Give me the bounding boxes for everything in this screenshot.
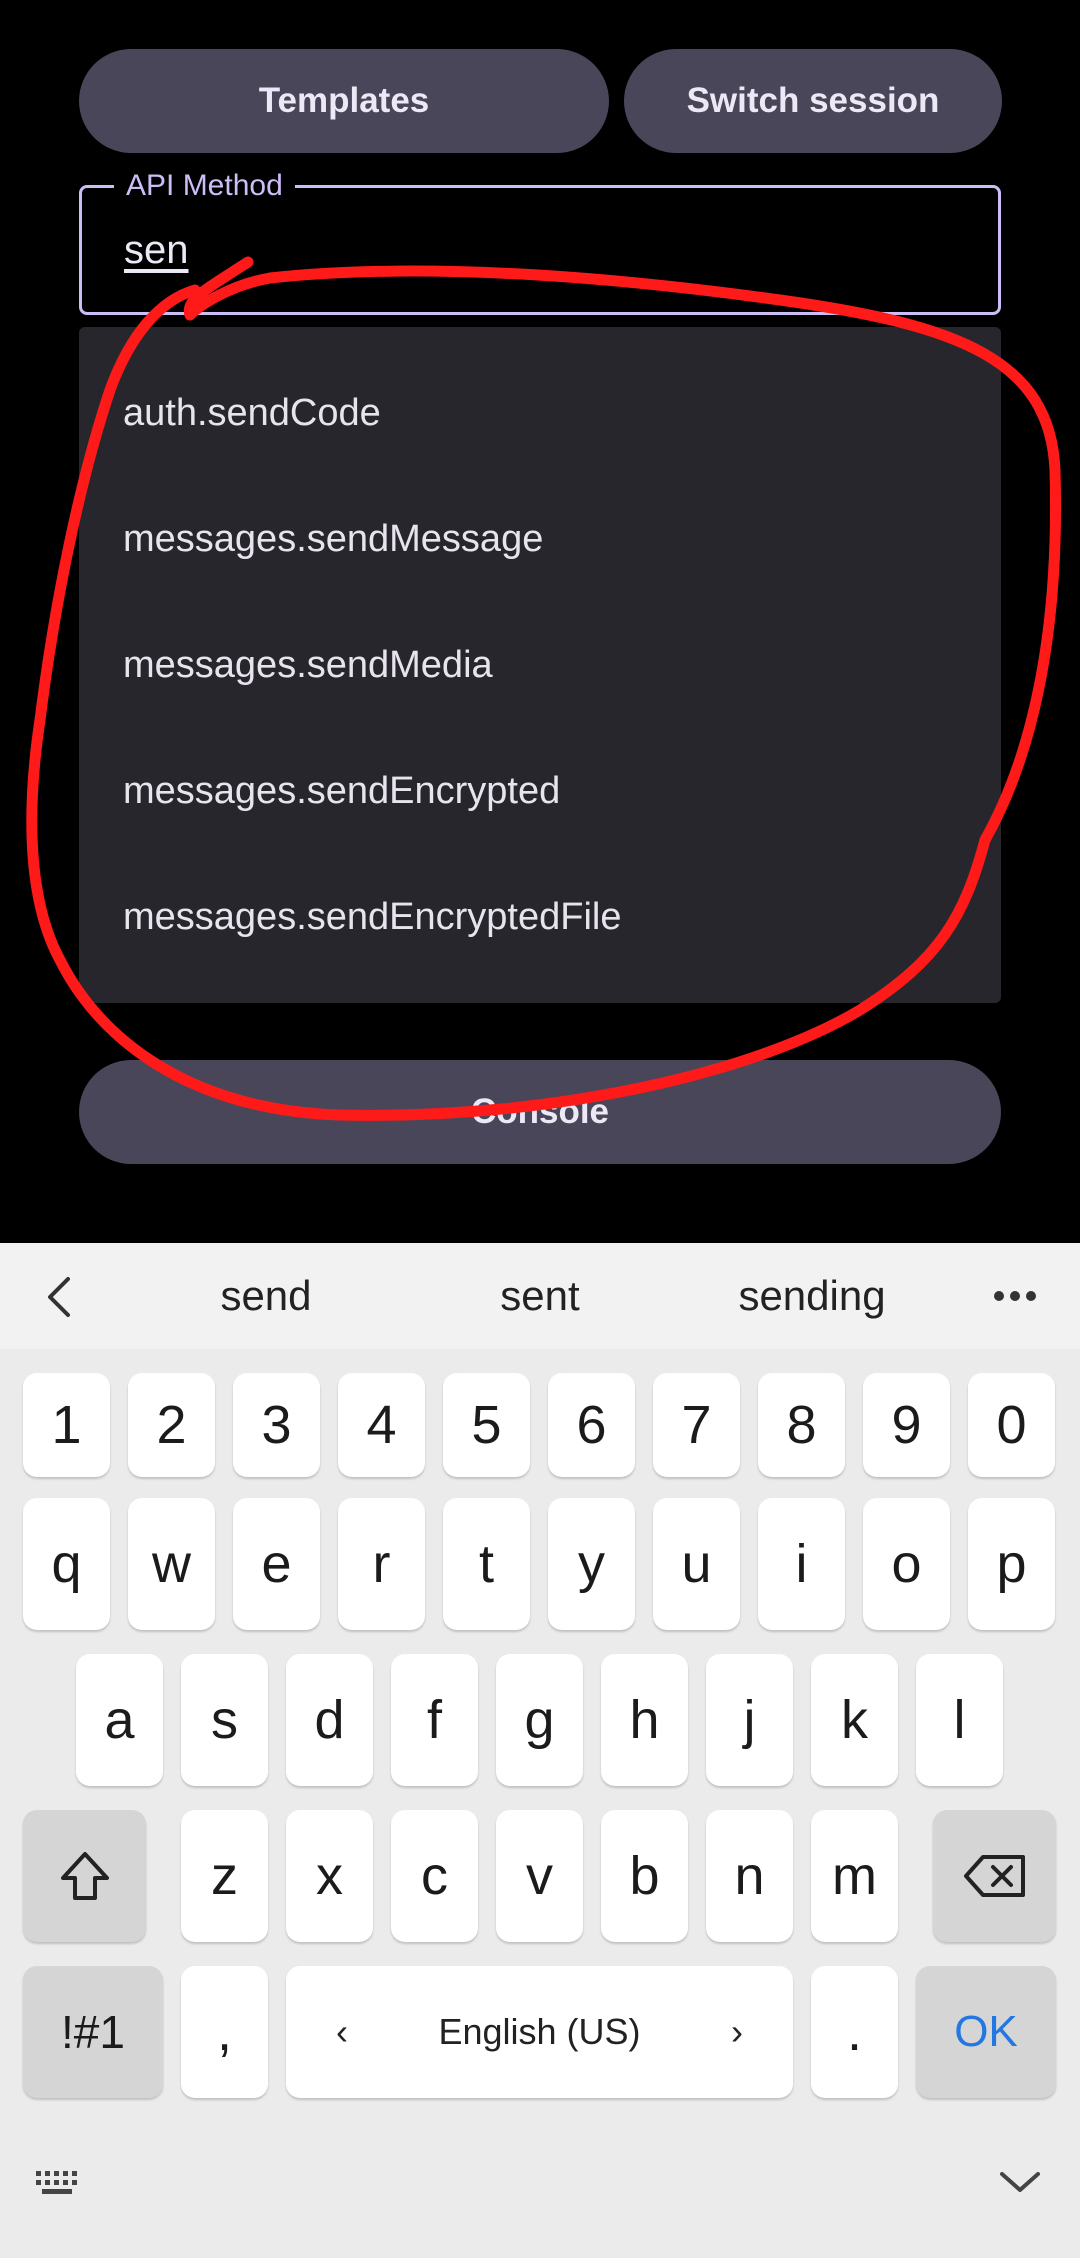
key-1[interactable]: 1 (23, 1373, 110, 1477)
keyboard-icon[interactable] (34, 2168, 84, 2198)
key-r[interactable]: r (338, 1498, 425, 1630)
dropdown-item[interactable]: messages.sendEncrypted (123, 769, 560, 813)
key-y[interactable]: y (548, 1498, 635, 1630)
suggestion-bar: send sent sending (0, 1243, 1080, 1349)
key-f[interactable]: f (391, 1654, 478, 1786)
key-5[interactable]: 5 (443, 1373, 530, 1477)
comma-key[interactable]: , (181, 1966, 268, 2098)
key-7[interactable]: 7 (653, 1373, 740, 1477)
ellipsis-icon[interactable] (993, 1289, 1037, 1303)
key-h[interactable]: h (601, 1654, 688, 1786)
key-d[interactable]: d (286, 1654, 373, 1786)
key-u[interactable]: u (653, 1498, 740, 1630)
key-b[interactable]: b (601, 1810, 688, 1942)
dropdown-item[interactable]: messages.sendMedia (123, 643, 493, 687)
key-t[interactable]: t (443, 1498, 530, 1630)
console-button[interactable]: Console (79, 1060, 1001, 1164)
key-6[interactable]: 6 (548, 1373, 635, 1477)
key-j[interactable]: j (706, 1654, 793, 1786)
key-w[interactable]: w (128, 1498, 215, 1630)
key-i[interactable]: i (758, 1498, 845, 1630)
suggestion-sending[interactable]: sending (696, 1243, 928, 1349)
key-8[interactable]: 8 (758, 1373, 845, 1477)
key-g[interactable]: g (496, 1654, 583, 1786)
key-4[interactable]: 4 (338, 1373, 425, 1477)
period-key[interactable]: . (811, 1966, 898, 2098)
key-k[interactable]: k (811, 1654, 898, 1786)
key-o[interactable]: o (863, 1498, 950, 1630)
key-9[interactable]: 9 (863, 1373, 950, 1477)
key-0[interactable]: 0 (968, 1373, 1055, 1477)
autocomplete-dropdown: auth.sendCode messages.sendMessage messa… (79, 327, 1001, 1003)
key-v[interactable]: v (496, 1810, 583, 1942)
space-key[interactable]: ‹ English (US) › (286, 1966, 793, 2098)
chevron-left-icon: ‹ (336, 2011, 348, 2052)
key-z[interactable]: z (181, 1810, 268, 1942)
backspace-key[interactable] (933, 1810, 1056, 1942)
key-m[interactable]: m (811, 1810, 898, 1942)
api-method-input[interactable]: sen (124, 228, 189, 273)
key-p[interactable]: p (968, 1498, 1055, 1630)
dropdown-item[interactable]: messages.sendMessage (123, 517, 543, 561)
key-2[interactable]: 2 (128, 1373, 215, 1477)
api-method-field[interactable]: API Method sen (79, 168, 1001, 315)
suggestion-send[interactable]: send (150, 1243, 382, 1349)
key-l[interactable]: l (916, 1654, 1003, 1786)
switch-session-button[interactable]: Switch session (624, 49, 1002, 153)
key-c[interactable]: c (391, 1810, 478, 1942)
dropdown-item[interactable]: auth.sendCode (123, 391, 381, 435)
soft-keyboard: send sent sending 1 2 3 4 5 6 7 8 9 0 q … (0, 1243, 1080, 2258)
space-language-label: English (US) (438, 2011, 641, 2052)
symbols-key[interactable]: !#1 (23, 1966, 163, 2098)
app-screen: Templates Switch session API Method sen … (0, 0, 1080, 1243)
key-e[interactable]: e (233, 1498, 320, 1630)
api-method-label: API Method (114, 168, 295, 204)
chevron-left-icon[interactable] (44, 1276, 74, 1318)
backspace-icon (963, 1855, 1025, 1897)
chevron-right-icon: › (731, 2011, 743, 2052)
key-x[interactable]: x (286, 1810, 373, 1942)
key-s[interactable]: s (181, 1654, 268, 1786)
key-n[interactable]: n (706, 1810, 793, 1942)
key-q[interactable]: q (23, 1498, 110, 1630)
shift-key[interactable] (23, 1810, 146, 1942)
templates-button[interactable]: Templates (79, 49, 609, 153)
ok-key[interactable]: OK (916, 1966, 1056, 2098)
suggestion-sent[interactable]: sent (424, 1243, 656, 1349)
key-a[interactable]: a (76, 1654, 163, 1786)
shift-icon (60, 1852, 109, 1900)
key-3[interactable]: 3 (233, 1373, 320, 1477)
chevron-down-icon[interactable] (998, 2168, 1042, 2196)
dropdown-item[interactable]: messages.sendEncryptedFile (123, 895, 621, 939)
